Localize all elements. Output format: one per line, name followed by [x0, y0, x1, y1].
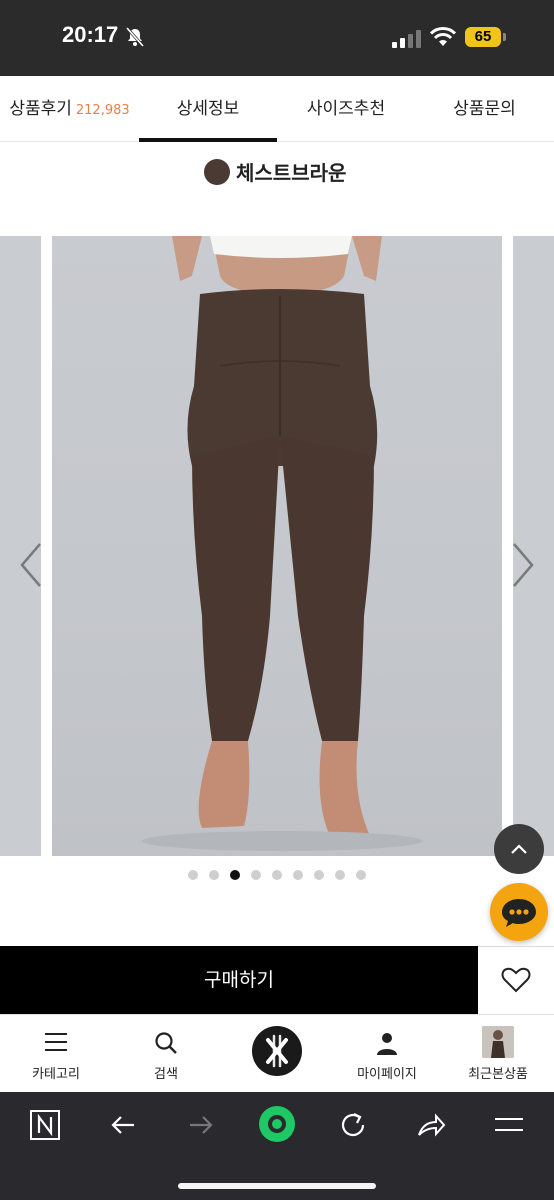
carousel-dot[interactable]: [251, 870, 261, 880]
color-swatch: [204, 159, 230, 185]
home-indicator: [178, 1183, 376, 1189]
nav-mypage-label: 마이페이지: [357, 1067, 417, 1082]
carousel-dot-active[interactable]: [230, 870, 240, 880]
scroll-top-button[interactable]: [494, 824, 544, 874]
nav-category-label: 카테고리: [32, 1067, 80, 1082]
status-time: 20:17: [62, 22, 119, 47]
heart-icon: [501, 967, 531, 993]
refresh-icon[interactable]: [336, 1108, 370, 1142]
color-name: 체스트브라운: [236, 161, 347, 185]
bell-muted-icon: [125, 27, 145, 47]
brand-logo-icon: [266, 1034, 288, 1068]
wishlist-button[interactable]: [478, 946, 554, 1014]
carousel-next-arrow-icon[interactable]: [508, 540, 538, 590]
carousel-dot[interactable]: [293, 870, 303, 880]
share-icon[interactable]: [414, 1108, 448, 1142]
active-tab-indicator: [139, 138, 277, 142]
forward-arrow-icon[interactable]: [184, 1108, 218, 1142]
tab-details-label: 상세정보: [176, 99, 240, 119]
more-menu-icon[interactable]: [492, 1108, 526, 1142]
image-carousel[interactable]: [0, 236, 554, 856]
review-count: 212,983: [75, 103, 130, 118]
carousel-dot[interactable]: [209, 870, 219, 880]
tab-inquiry[interactable]: 상품문의: [415, 76, 554, 142]
wifi-icon: [430, 27, 456, 46]
recent-product-image: [482, 1026, 514, 1058]
nav-category[interactable]: 카테고리: [8, 1015, 104, 1093]
signal-icon: [392, 30, 421, 48]
carousel-prev-arrow-icon[interactable]: [16, 540, 46, 590]
carousel-dot[interactable]: [314, 870, 324, 880]
carousel-dot[interactable]: [188, 870, 198, 880]
nav-search-label: 검색: [154, 1067, 178, 1082]
leggings-illustration: [142, 236, 422, 851]
product-image[interactable]: [52, 236, 502, 856]
carousel-dot[interactable]: [272, 870, 282, 880]
menu-icon: [45, 1033, 67, 1051]
tab-size-label: 사이즈추천: [306, 99, 386, 119]
nav-search[interactable]: 검색: [118, 1015, 214, 1093]
tab-size[interactable]: 사이즈추천: [277, 76, 415, 142]
green-dot-icon[interactable]: [257, 1104, 297, 1144]
carousel-dot[interactable]: [335, 870, 345, 880]
carousel-dot[interactable]: [356, 870, 366, 880]
back-arrow-icon[interactable]: [106, 1108, 140, 1142]
search-icon: [155, 1032, 177, 1054]
tab-reviews[interactable]: 상품후기 212,983: [0, 76, 139, 142]
nav-mypage[interactable]: 마이페이지: [338, 1015, 436, 1093]
buy-button[interactable]: 구매하기: [0, 946, 478, 1014]
naver-home-icon[interactable]: [28, 1108, 62, 1142]
chat-button[interactable]: [490, 883, 548, 941]
recent-product-thumbnail[interactable]: [482, 1026, 514, 1058]
tab-reviews-label: 상품후기: [9, 99, 72, 119]
status-bar: 20:17 65: [0, 0, 554, 76]
product-tabs: 상품후기 212,983 상세정보 사이즈추천 상품문의: [0, 76, 554, 142]
brand-logo-button[interactable]: [252, 1026, 302, 1076]
tab-details[interactable]: 상세정보: [139, 76, 277, 142]
battery-indicator: 65: [465, 27, 501, 47]
person-icon: [377, 1033, 397, 1055]
chevron-up-icon: [511, 844, 527, 854]
battery-tip: [503, 33, 506, 41]
chat-bubble-icon: [502, 899, 536, 927]
tab-inquiry-label: 상품문의: [453, 99, 516, 119]
nav-recent-label: 최근본상품: [468, 1067, 528, 1082]
